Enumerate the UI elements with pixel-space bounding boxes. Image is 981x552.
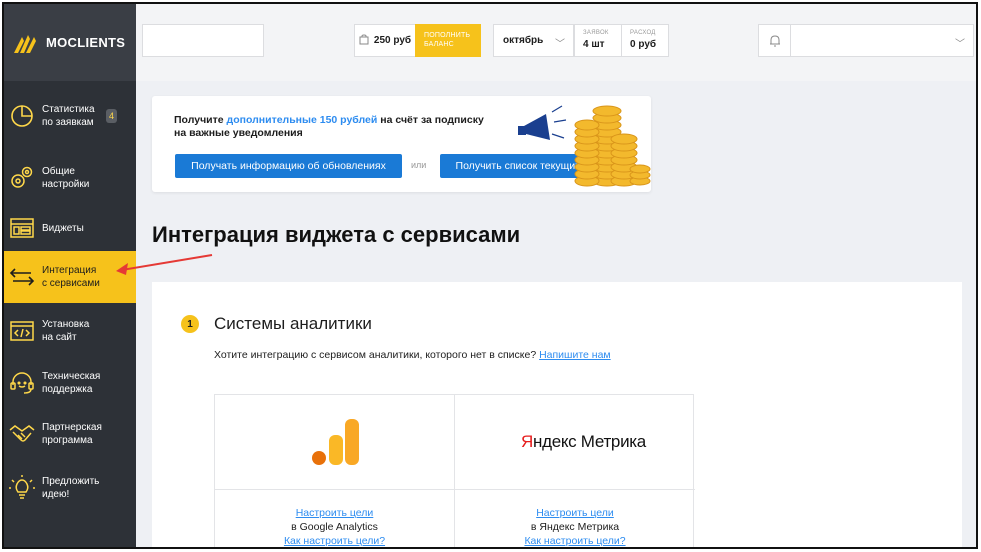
sidebar-item-label: Партнерская программа — [42, 422, 102, 446]
sidebar-item-idea[interactable]: Предложить идею! — [4, 463, 136, 513]
setup-goals-link[interactable]: Настроить цели — [215, 506, 454, 520]
expense-stat: РАСХОД 0 руб — [621, 24, 669, 57]
subscribe-updates-button[interactable]: Получать информацию об обновлениях — [175, 154, 402, 178]
or-label: или — [411, 160, 427, 170]
service-google-analytics: Настроить цели в Google Analytics Как на… — [215, 395, 455, 547]
service-links: Настроить цели в Google Analytics Как на… — [215, 506, 454, 547]
setup-goals-link[interactable]: Настроить цели — [455, 506, 695, 520]
sidebar: MOCLIENTS Статистика по заявкам 4 Общие … — [4, 4, 136, 547]
wallet-icon — [359, 33, 369, 48]
month-value: октябрь — [503, 35, 544, 46]
gears-icon — [8, 164, 36, 192]
promo-highlight: дополнительные 150 рублей — [226, 114, 378, 126]
sidebar-item-label: Общие настройки — [42, 166, 90, 190]
section-description: Хотите интеграцию с сервисом аналитики, … — [214, 349, 611, 361]
service-subtitle: в Google Analytics — [291, 521, 378, 533]
requests-stat: ЗАЯВОК 4 шт — [574, 24, 622, 57]
yandex-metrika-logo: Яндекс Метрика — [521, 432, 646, 452]
lightbulb-icon — [8, 474, 36, 502]
bell-icon[interactable] — [758, 24, 791, 57]
code-icon — [8, 317, 36, 345]
topup-button[interactable]: ПОПОЛНИТЬ БАЛАНС — [415, 24, 481, 57]
services-grid: Настроить цели в Google Analytics Как на… — [214, 394, 695, 547]
service-subtitle: в Яндекс Метрика — [530, 521, 620, 533]
widgets-icon — [8, 214, 36, 242]
sidebar-item-partners[interactable]: Партнерская программа — [4, 409, 136, 459]
brand-name: MOCLIENTS — [46, 35, 126, 50]
headset-icon — [8, 369, 36, 397]
section-title: Системы аналитики — [214, 314, 372, 333]
pie-chart-icon — [8, 102, 36, 130]
sidebar-item-widgets[interactable]: Виджеты — [4, 203, 136, 253]
account-select[interactable]: ﹀ — [790, 24, 974, 57]
howto-goals-link[interactable]: Как настроить цели? — [455, 534, 695, 547]
handshake-icon — [8, 420, 36, 448]
month-select[interactable]: октябрь ﹀ — [493, 24, 574, 57]
howto-goals-link[interactable]: Как настроить цели? — [215, 534, 454, 547]
analytics-section: 1 Системы аналитики Хотите интеграцию с … — [152, 282, 962, 547]
chevron-down-icon: ﹀ — [555, 39, 565, 50]
promo-banner: Получите дополнительные 150 рублей на сч… — [152, 96, 651, 192]
promo-text-start: Получите — [174, 114, 227, 126]
arrows-exchange-icon — [8, 263, 36, 291]
sidebar-item-label: Виджеты — [42, 222, 84, 234]
balance-value: 250 руб — [373, 35, 412, 46]
coins-icon — [574, 105, 651, 187]
sidebar-item-statistics[interactable]: Статистика по заявкам 4 — [4, 91, 136, 141]
chevron-down-icon: ﹀ — [955, 39, 965, 50]
page-title: Интеграция виджета с сервисами — [152, 222, 521, 247]
sidebar-item-label: Техническая поддержка — [42, 371, 101, 395]
service-logo-area: Яндекс Метрика — [455, 395, 695, 490]
write-us-link[interactable]: Напишите нам — [539, 349, 611, 361]
sidebar-item-label: Интеграция с сервисами — [42, 265, 100, 289]
sidebar-item-support[interactable]: Техническая поддержка — [4, 358, 136, 408]
megaphone-coins-illustration — [518, 105, 651, 187]
sidebar-item-integrations[interactable]: Интеграция с сервисами — [4, 251, 136, 303]
logo-text: ндекс Метрика — [532, 432, 646, 451]
logo-letter: Я — [521, 432, 533, 451]
requests-value: 4 шт — [583, 39, 605, 50]
expense-caption: РАСХОД — [630, 30, 656, 36]
service-links: Настроить цели в Яндекс Метрика Как наст… — [455, 506, 695, 547]
megaphone-icon — [518, 105, 567, 140]
description-text: Хотите интеграцию с сервисом аналитики, … — [214, 349, 537, 361]
google-analytics-logo-icon — [312, 419, 359, 465]
sidebar-item-settings[interactable]: Общие настройки — [4, 153, 136, 203]
step-number-badge: 1 — [181, 315, 199, 333]
requests-caption: ЗАЯВОК — [583, 30, 609, 36]
requests-badge: 4 — [106, 109, 118, 123]
sidebar-item-label: Установка на сайт — [42, 319, 90, 343]
expense-value: 0 руб — [630, 39, 657, 50]
sidebar-item-label: Предложить идею! — [42, 476, 100, 500]
service-yandex-metrika: Яндекс Метрика Настроить цели в Яндекс М… — [455, 395, 695, 547]
logo-icon — [14, 34, 36, 53]
promo-text: Получите дополнительные 150 рублей на сч… — [174, 114, 494, 140]
service-logo-area — [215, 395, 454, 490]
search-input[interactable] — [142, 24, 264, 57]
sidebar-item-label: Статистика по заявкам — [42, 104, 95, 128]
sidebar-item-install[interactable]: Установка на сайт — [4, 306, 136, 356]
top-bar: 250 руб ПОПОЛНИТЬ БАЛАНС октябрь ﹀ ЗАЯВО… — [136, 4, 976, 81]
balance-display: 250 руб — [354, 24, 416, 57]
brand-logo[interactable]: MOCLIENTS — [4, 4, 136, 81]
app-window: MOCLIENTS Статистика по заявкам 4 Общие … — [2, 2, 978, 549]
